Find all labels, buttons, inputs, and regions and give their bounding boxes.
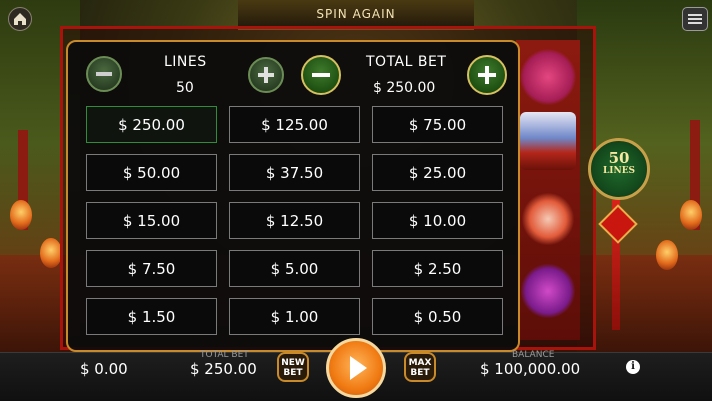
minus-icon — [96, 72, 112, 76]
medal-text: LINES — [602, 166, 636, 176]
pouch-symbol-icon — [520, 262, 576, 320]
lines-label: LINES — [164, 54, 207, 70]
balance-value: $ 100,000.00 — [480, 360, 581, 378]
medal-number: 50 — [608, 149, 630, 167]
bet-option-button[interactable]: $ 2.50 — [372, 250, 503, 287]
bet-option-button[interactable]: $ 250.00 — [86, 106, 217, 143]
bottom-total-bet-value: $ 250.00 — [190, 360, 257, 378]
spin-again-title: SPIN AGAIN — [316, 7, 396, 21]
lantern-icon — [656, 240, 678, 270]
bet-option-button[interactable]: $ 7.50 — [86, 250, 217, 287]
total-bet-label: TOTAL BET — [366, 54, 447, 70]
max-bet-button[interactable]: MAX BET — [404, 352, 436, 382]
bet-option-button[interactable]: $ 1.50 — [86, 298, 217, 335]
spin-button[interactable] — [326, 338, 386, 398]
bet-decrease-button[interactable] — [301, 55, 341, 95]
bet-option-button[interactable]: $ 75.00 — [372, 106, 503, 143]
bet-option-button[interactable]: $ 5.00 — [229, 250, 360, 287]
plus-icon — [258, 67, 274, 83]
info-button[interactable]: i — [626, 360, 640, 374]
bet-option-button[interactable]: $ 37.50 — [229, 154, 360, 191]
bet-option-button[interactable]: $ 15.00 — [86, 202, 217, 239]
lines-value: 50 — [176, 80, 194, 96]
bet-option-button[interactable]: $ 125.00 — [229, 106, 360, 143]
bet-panel: LINES 50 TOTAL BET $ 250.00 $ 250.00 $ 12… — [66, 40, 520, 352]
peony-symbol-icon — [520, 48, 576, 106]
plus-icon — [478, 66, 496, 84]
win-value: $ 0.00 — [80, 360, 128, 378]
bet-option-button[interactable]: $ 10.00 — [372, 202, 503, 239]
home-button[interactable] — [8, 7, 32, 31]
new-bet-button[interactable]: NEW BET — [277, 352, 309, 382]
bet-option-button[interactable]: $ 0.50 — [372, 298, 503, 335]
total-bet-caption: TOTAL BET — [200, 350, 249, 360]
menu-button[interactable] — [682, 7, 708, 31]
slippers-symbol-icon — [520, 190, 576, 248]
total-bet-value: $ 250.00 — [373, 80, 436, 96]
lantern-icon — [680, 200, 702, 230]
bet-option-button[interactable]: $ 12.50 — [229, 202, 360, 239]
bet-increase-button[interactable] — [467, 55, 507, 95]
bet-option-button[interactable]: $ 25.00 — [372, 154, 503, 191]
bet-options-grid: $ 250.00 $ 125.00 $ 75.00 $ 50.00 $ 37.50 $ 2… — [86, 106, 504, 335]
bet-option-button[interactable]: $ 50.00 — [86, 154, 217, 191]
lantern-icon — [40, 238, 62, 268]
bet-option-button[interactable]: $ 1.00 — [229, 298, 360, 335]
lines-increase-button[interactable] — [248, 57, 284, 93]
menu-icon — [688, 14, 702, 16]
lines-medal: 50 LINES — [588, 138, 650, 200]
minus-icon — [312, 73, 330, 77]
lines-decrease-button[interactable] — [86, 56, 122, 92]
balance-caption: BALANCE — [512, 350, 555, 360]
palace-symbol-icon — [520, 112, 576, 170]
play-icon — [350, 356, 367, 380]
lantern-icon — [10, 200, 32, 230]
home-icon — [14, 13, 26, 25]
